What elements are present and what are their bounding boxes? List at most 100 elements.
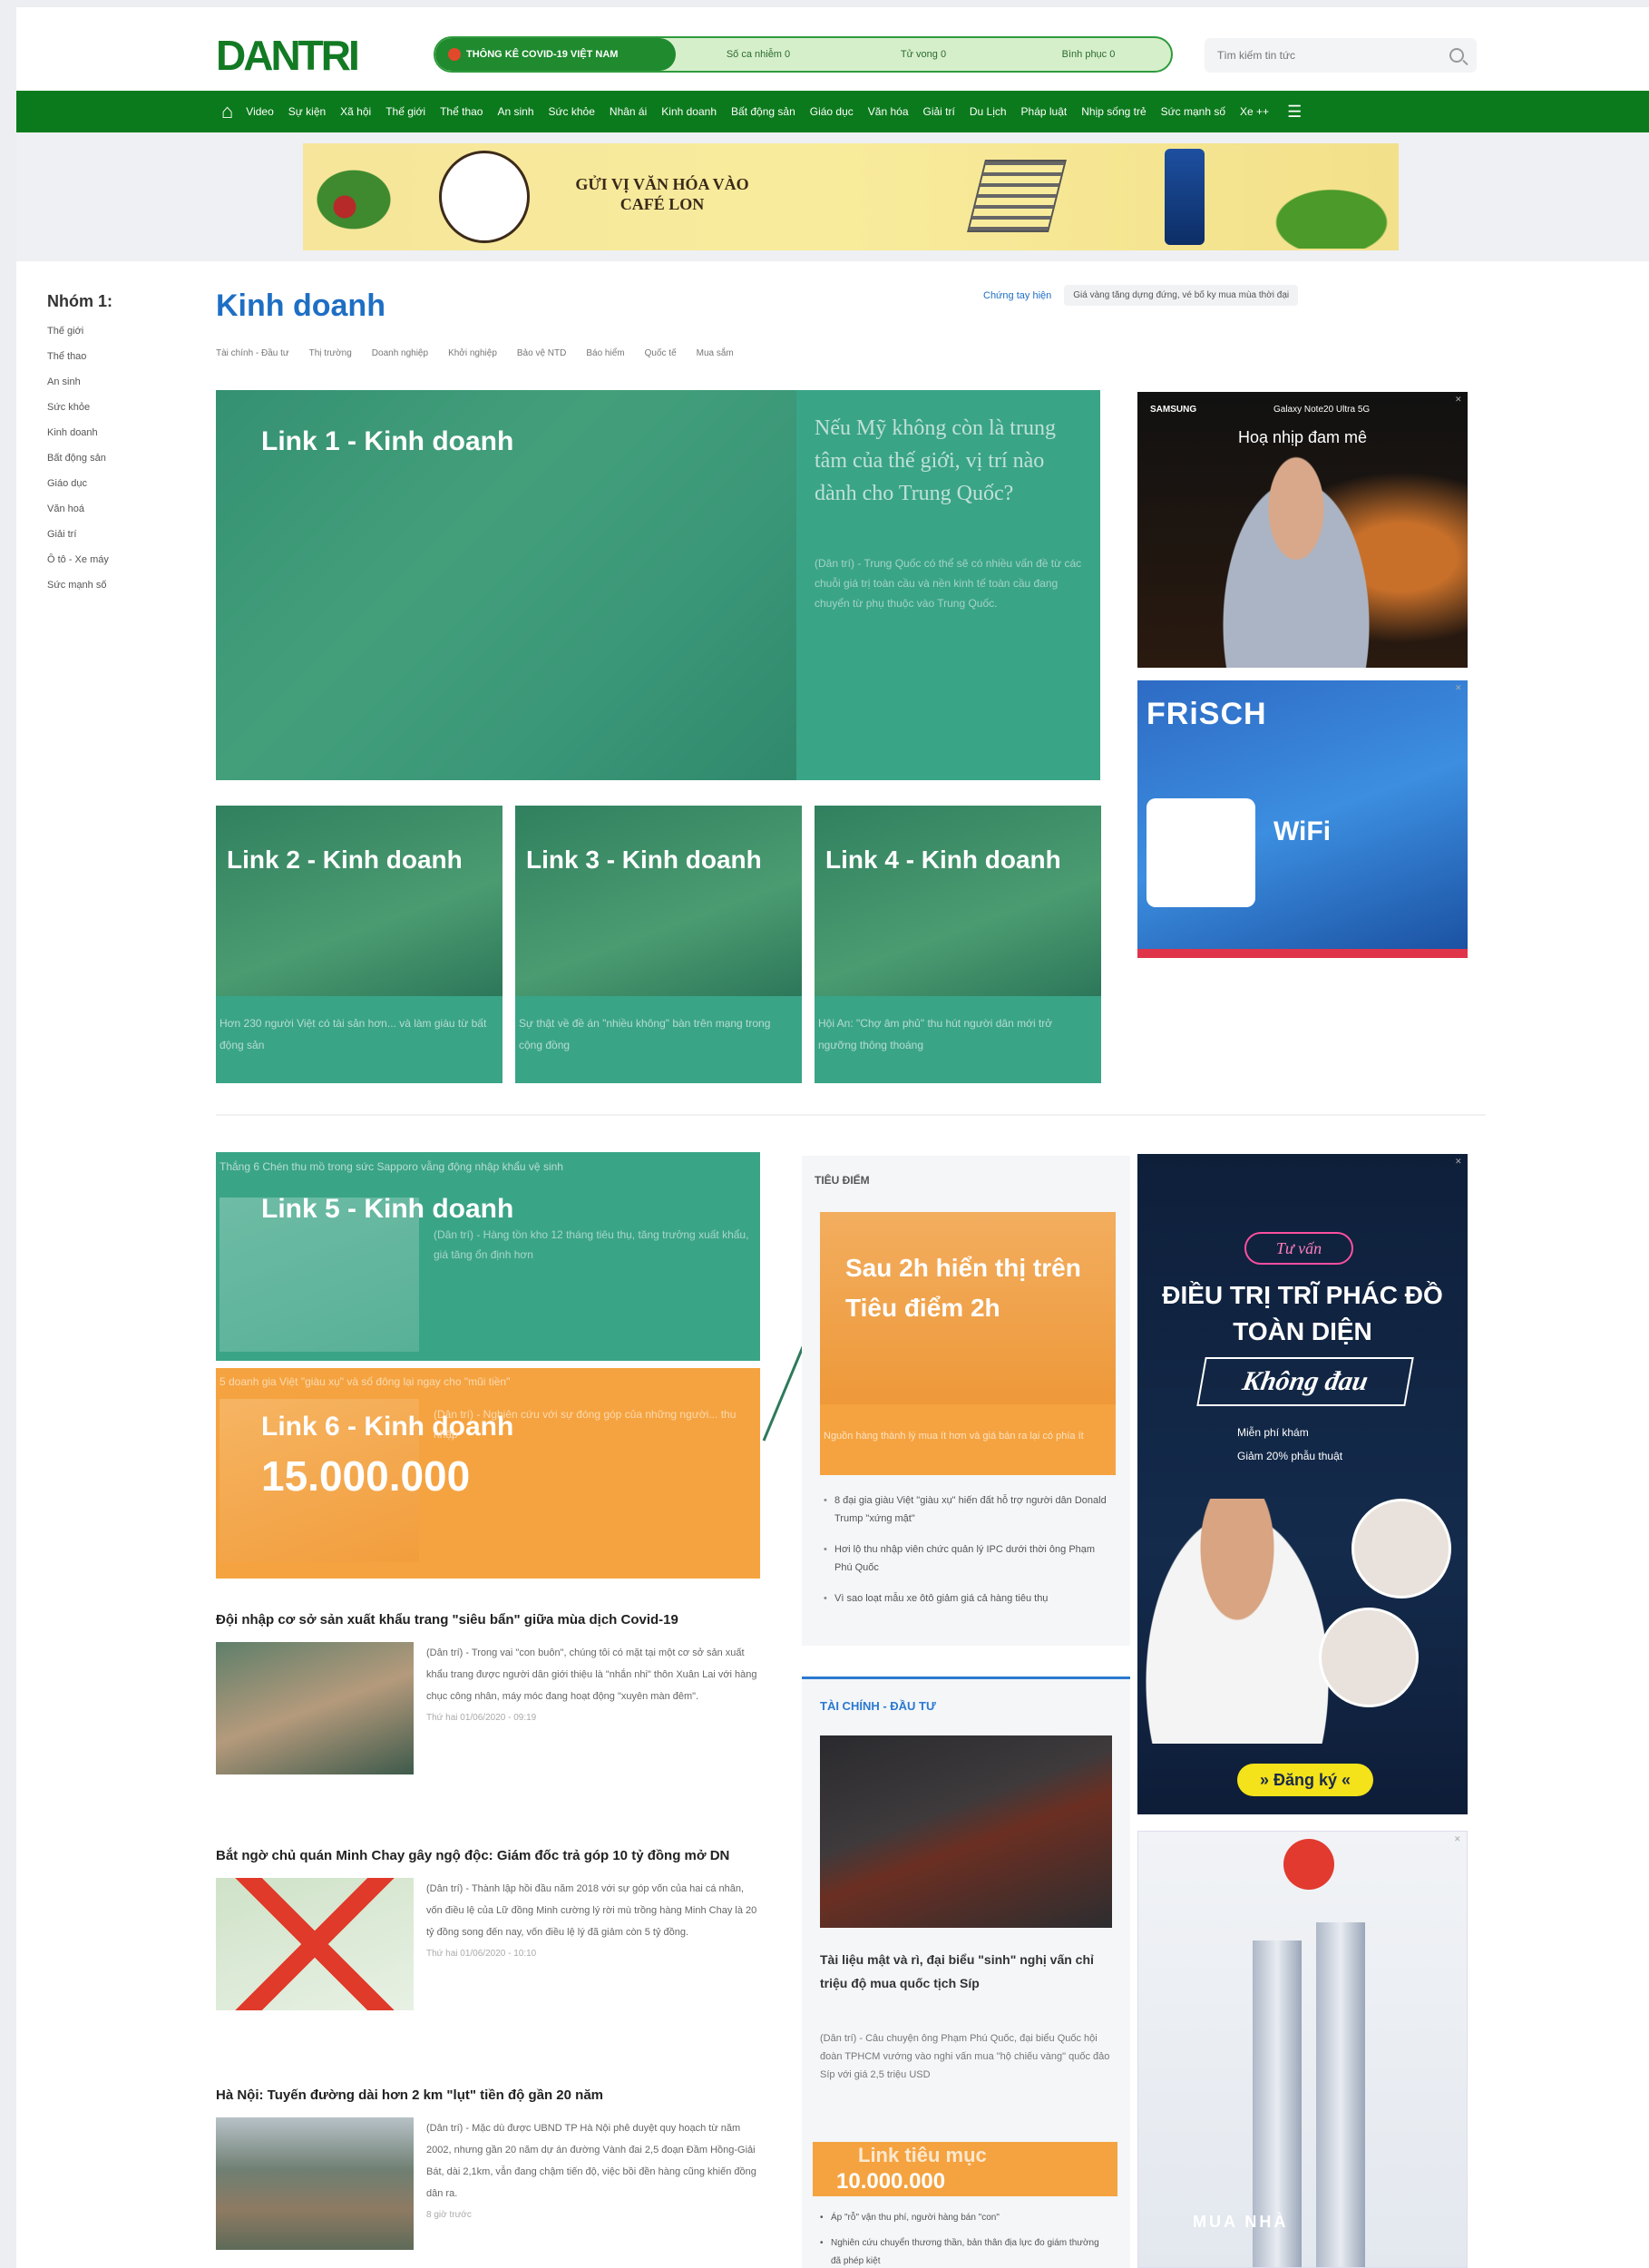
finance-list-item[interactable]: Nghiên cứu chuyển thương thần, bản thân …: [820, 2234, 1110, 2268]
hero-headline[interactable]: Nếu Mỹ không còn là trung tâm của thế gi…: [815, 412, 1087, 510]
nav-item-kinh-doanh[interactable]: Kinh doanh: [661, 105, 717, 118]
focus-list-item[interactable]: 8 đại gia giàu Việt "giàu xụ" hiến đất h…: [824, 1491, 1114, 1528]
menu-icon[interactable]: ☰: [1287, 103, 1302, 122]
focus-label[interactable]: TIÊU ĐIỂM: [815, 1174, 870, 1187]
clinic-ad[interactable]: Tư vấn ĐIỀU TRỊ TRĨ PHÁC ĐỒ TOÀN DIỆN Kh…: [1137, 1154, 1468, 1814]
nav-item-giao-duc[interactable]: Giáo dục: [810, 105, 854, 118]
article-title[interactable]: Hà Nội: Tuyến đường dài hơn 2 km "lụt" t…: [216, 2083, 760, 2108]
small-card-2[interactable]: Link 2 - Kinh doanh Hơn 230 người Việt c…: [216, 806, 503, 1083]
subnav-item[interactable]: Doanh nghiệp: [372, 348, 428, 358]
card-sapo: Sự thật về đề án "nhiều không" bàn trên …: [519, 1017, 771, 1051]
card-link-label[interactable]: Link 4 - Kinh doanh: [825, 846, 1061, 875]
nav-item-xa-hoi[interactable]: Xã hội: [340, 105, 371, 118]
ad-cta-button[interactable]: » Đăng ký «: [1237, 1764, 1373, 1796]
article-thumbnail[interactable]: [216, 1878, 414, 2010]
ad-close-icon[interactable]: ✕: [1454, 1834, 1463, 1843]
card-top-text: Thắng 6 Chén thu mồ trong sức Sapporo vẫ…: [220, 1160, 563, 1173]
card-6[interactable]: 5 doanh gia Việt "giàu xụ" và số đông lạ…: [216, 1368, 760, 1579]
covid-trend-main[interactable]: THÔNG KÊ COVID-19 VIỆT NAM: [435, 38, 676, 71]
samsung-ad[interactable]: SAMSUNG Galaxy Note20 Ultra 5G Hoạ nhịp …: [1137, 392, 1468, 668]
article-title[interactable]: Đội nhập cơ sở sản xuất khẩu trang "siêu…: [216, 1608, 760, 1633]
subnav-item[interactable]: Thị trường: [309, 348, 352, 358]
nav-item-su-kien[interactable]: Sự kiện: [288, 105, 326, 118]
ad-close-icon[interactable]: ✕: [1455, 683, 1464, 692]
finance-label[interactable]: TÀI CHÍNH - ĐẦU TƯ: [820, 1699, 936, 1713]
article-thumbnail[interactable]: [216, 1642, 414, 1774]
article-title[interactable]: Bắt ngờ chủ quán Minh Chay gây ngộ độc: …: [216, 1843, 760, 1869]
hero-card[interactable]: Link 1 - Kinh doanh Nếu Mỹ không còn là …: [216, 390, 1100, 780]
subnav-item[interactable]: Quốc tế: [645, 348, 677, 358]
sidebar-item-suc-khoe[interactable]: Sức khỏe: [47, 395, 165, 420]
section-trending-pill[interactable]: Giá vàng tăng dựng đứng, vé bố ky mua mù…: [1064, 285, 1299, 306]
search-input[interactable]: [1217, 49, 1449, 62]
sidebar-item-bat-dong-san[interactable]: Bất động sản: [47, 445, 165, 471]
subnav-item[interactable]: Bảo vệ NTD: [517, 348, 566, 358]
sidebar-item-giao-duc[interactable]: Giáo dục: [47, 471, 165, 496]
nav-item-the-thao[interactable]: Thể thao: [440, 105, 483, 118]
subnav-item[interactable]: Mua sắm: [697, 348, 734, 358]
sidebar-item-van-hoa[interactable]: Văn hoá: [47, 496, 165, 522]
focus-list-item[interactable]: Vì sao loạt mẫu xe ôtô giảm giá cả hàng …: [824, 1589, 1114, 1608]
frisch-ad[interactable]: FRiSCH WiFi ✕: [1137, 680, 1468, 958]
card-5[interactable]: Thắng 6 Chén thu mồ trong sức Sapporo vẫ…: [216, 1152, 760, 1361]
nav-item-the-gioi[interactable]: Thế giới: [385, 105, 425, 118]
finance-title[interactable]: Tài liệu mật và rì, đại biểu "sinh" nghị…: [820, 1948, 1110, 1995]
article-sapo: (Dân trí) - Thành lập hồi đầu năm 2018 v…: [426, 1883, 757, 1938]
subnav-item[interactable]: Khởi nghiệp: [448, 348, 497, 358]
ad-close-icon[interactable]: ✕: [1455, 395, 1464, 404]
nav-item-xe[interactable]: Xe ++: [1240, 105, 1269, 118]
nav-item-du-lich[interactable]: Du Lịch: [970, 105, 1007, 118]
nav-item-nhip-song-tre[interactable]: Nhịp sống trẻ: [1081, 105, 1146, 118]
nav-item-suc-khoe[interactable]: Sức khỏe: [549, 105, 595, 118]
site-logo[interactable]: DANTRI: [216, 31, 360, 80]
finance-list-item[interactable]: Áp "rỗ" vận thu phí, người hàng bán "con…: [820, 2209, 1110, 2227]
finance-image[interactable]: [820, 1735, 1112, 1928]
sidebar-item-the-thao[interactable]: Thể thao: [47, 344, 165, 369]
card-sapo: (Dân trí) - Hàng tồn kho 12 tháng tiêu t…: [434, 1228, 749, 1261]
small-card-3[interactable]: Link 3 - Kinh doanh Sự thật về đề án "nh…: [515, 806, 802, 1083]
sidebar-item-giai-tri[interactable]: Giải trí: [47, 522, 165, 547]
nav-item-suc-manh-so[interactable]: Sức mạnh số: [1161, 105, 1225, 118]
ad-subtitle: Galaxy Note20 Ultra 5G: [1273, 405, 1371, 415]
card-image: [515, 806, 802, 996]
hero-link-label[interactable]: Link 1 - Kinh doanh: [261, 426, 513, 457]
brand-badge-image: [439, 151, 530, 243]
section-link[interactable]: Chứng tay hiện: [983, 290, 1051, 301]
article-thumbnail[interactable]: [216, 2117, 414, 2250]
focus-link-label[interactable]: Sau 2h hiển thị trên Tiêu điểm 2h: [845, 1248, 1099, 1328]
article-timestamp: 8 giờ trước: [426, 2210, 472, 2220]
sidebar-item-the-gioi[interactable]: Thế giới: [47, 318, 165, 344]
focus-card[interactable]: Sau 2h hiển thị trên Tiêu điểm 2h Nguồn …: [820, 1212, 1116, 1475]
card-link-label[interactable]: Link 5 - Kinh doanh: [261, 1194, 513, 1225]
subnav-item[interactable]: Báo hiểm: [586, 348, 624, 358]
search-icon[interactable]: [1449, 48, 1464, 63]
small-card-4[interactable]: Link 4 - Kinh doanh Hội An: "Chợ âm phủ"…: [815, 806, 1101, 1083]
ad-device-image: [1146, 798, 1255, 907]
hero-sapo: (Dân trí) - Trung Quốc có thể sẽ có nhiề…: [815, 557, 1082, 610]
nav-item-an-sinh[interactable]: An sinh: [497, 105, 533, 118]
subnav-item[interactable]: Tài chính - Đầu tư: [216, 348, 289, 358]
sidebar-item-an-sinh[interactable]: An sinh: [47, 369, 165, 395]
covid-trend-bar[interactable]: THÔNG KÊ COVID-19 VIỆT NAM Số ca nhiễm 0…: [434, 36, 1173, 73]
ad-doctor-image: [1137, 1499, 1337, 1744]
sidebar-item-kinh-doanh[interactable]: Kinh doanh: [47, 420, 165, 445]
sidebar-item-suc-manh-so[interactable]: Sức mạnh số: [47, 572, 165, 598]
nav-item-phap-luat[interactable]: Pháp luật: [1021, 105, 1068, 118]
home-icon[interactable]: ⌂: [221, 100, 233, 123]
nav-item-van-hoa[interactable]: Văn hóa: [868, 105, 909, 118]
section-title[interactable]: Kinh doanh: [216, 288, 385, 324]
card-link-label[interactable]: Link 3 - Kinh doanh: [526, 846, 762, 875]
real-estate-ad[interactable]: MUA NHÀ ✕: [1137, 1831, 1468, 2268]
nav-item-nhan-ai[interactable]: Nhân ái: [610, 105, 647, 118]
sidebar-item-oto-xe-may[interactable]: Ô tô - Xe máy: [47, 547, 165, 572]
finance-promo[interactable]: Link tiêu mục 10.000.000: [813, 2142, 1117, 2196]
nav-item-video[interactable]: Video: [246, 105, 273, 118]
card-link-label[interactable]: Link 2 - Kinh doanh: [227, 846, 463, 875]
focus-list-item[interactable]: Hơi lộ thu nhập viên chức quản lý IPC dư…: [824, 1540, 1114, 1577]
nav-item-giai-tri[interactable]: Giải trí: [923, 105, 955, 118]
promo-link-label[interactable]: Link tiêu mục: [858, 2144, 987, 2167]
ad-close-icon[interactable]: ✕: [1455, 1157, 1464, 1166]
card-top-text: 5 doanh gia Việt "giàu xụ" và số đông lạ…: [220, 1375, 511, 1388]
nav-item-bat-dong-san[interactable]: Bất động sản: [731, 105, 795, 118]
top-banner-ad[interactable]: GỬI VỊ VĂN HÓA VÀO CAFÉ LON: [303, 143, 1399, 250]
